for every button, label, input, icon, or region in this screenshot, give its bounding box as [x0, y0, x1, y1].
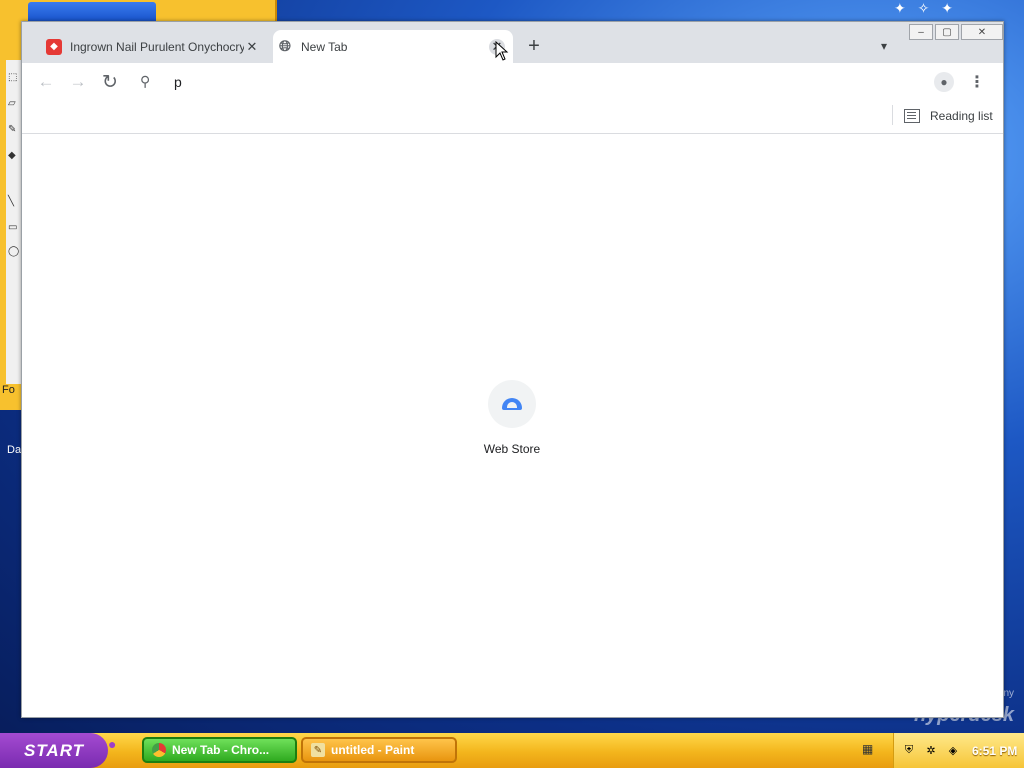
shortcut-label: Web Store	[483, 442, 541, 456]
pencil-tool-icon: ✎	[8, 124, 17, 135]
reading-list-label: Reading list	[930, 109, 993, 123]
select-tool-icon: ⬚	[8, 72, 18, 83]
ellipse-tool-icon: ◯	[8, 246, 20, 257]
back-button[interactable]: ←	[35, 71, 57, 93]
globe-icon: 🌐︎	[278, 38, 291, 55]
taskbar-item-label: untitled - Paint	[331, 743, 415, 757]
clock[interactable]: 6:51 PM	[972, 744, 1017, 758]
tab-ingrown-nail[interactable]: ◆ Ingrown Nail Purulent Onychocryptosis …	[42, 30, 268, 63]
menu-button[interactable]: ⋮	[969, 71, 985, 93]
brush-tool-icon: ◆	[8, 150, 16, 161]
reading-list-button[interactable]: Reading list	[904, 106, 993, 126]
brand-tagline: ny	[1003, 688, 1014, 699]
reload-button[interactable]: ↻	[99, 71, 121, 93]
network-icon[interactable]: ▦	[862, 742, 876, 758]
window-controls: ‒ ▢ ✕	[907, 22, 1003, 42]
start-button[interactable]: START	[0, 733, 108, 768]
reading-list-icon	[904, 109, 920, 123]
browser-toolbar: ← → ↻ ⚲ ● ⋮	[22, 63, 1003, 101]
tray-app-icon[interactable]: ◈	[946, 744, 960, 758]
bookmarks-bar: Reading list	[22, 101, 1003, 134]
taskbar-item-chrome[interactable]: New Tab - Chro...	[142, 737, 297, 763]
system-tray: ⛨ ✲ ◈ 6:51 PM	[893, 733, 1024, 768]
taskbar-item-paint[interactable]: ✎ untitled - Paint	[301, 737, 457, 763]
web-store-icon	[502, 398, 522, 410]
address-input[interactable]	[174, 72, 874, 92]
tab-title: New Tab	[301, 39, 348, 54]
address-bar[interactable]: ⚲	[134, 67, 924, 97]
browser-window: ◆ Ingrown Nail Purulent Onychocryptosis …	[21, 21, 1004, 718]
divider	[892, 105, 893, 125]
taskbar: START ● New Tab - Chro... ✎ untitled - P…	[0, 733, 1024, 768]
desktop-icon-label[interactable]: Da	[7, 444, 21, 456]
new-tab-button[interactable]: +	[522, 34, 546, 58]
paint-icon: ✎	[311, 743, 325, 757]
taskbar-item-label: New Tab - Chro...	[172, 743, 270, 757]
search-icon: ⚲	[140, 73, 151, 89]
chevron-down-icon[interactable]: ▾	[874, 36, 894, 56]
mouse-cursor-icon	[495, 41, 509, 61]
shield-icon[interactable]: ⛨	[902, 744, 916, 758]
forward-button[interactable]: →	[67, 71, 89, 93]
eraser-tool-icon: ▱	[8, 98, 16, 109]
paint-toolbox: ⬚ ▱ ✎ ◆ ╲ ▭ ◯	[6, 60, 22, 400]
shortcut-tile	[488, 380, 536, 428]
close-window-button[interactable]: ✕	[961, 24, 1003, 40]
minimize-button[interactable]: ‒	[909, 24, 933, 40]
new-tab-page: Web Store	[22, 134, 1003, 717]
red-app-icon: ◆	[46, 38, 62, 55]
paint-title-bar	[28, 2, 156, 22]
rectangle-tool-icon: ▭	[8, 222, 18, 233]
tab-strip: ◆ Ingrown Nail Purulent Onychocryptosis …	[22, 22, 1003, 63]
close-icon[interactable]: ✕	[244, 39, 260, 55]
maximize-button[interactable]: ▢	[935, 24, 959, 40]
line-tool-icon: ╲	[8, 196, 15, 207]
tab-new-tab[interactable]: 🌐︎ New Tab ✕	[273, 30, 513, 63]
profile-avatar-icon[interactable]: ●	[934, 72, 954, 92]
chrome-icon	[152, 743, 166, 757]
tray-tool-icon[interactable]: ✲	[924, 744, 938, 758]
tab-title: Ingrown Nail Purulent Onychocryptosis	[70, 39, 244, 54]
start-decoration-icon: ●	[108, 736, 117, 752]
shortcut-web-store[interactable]: Web Store	[470, 380, 554, 456]
